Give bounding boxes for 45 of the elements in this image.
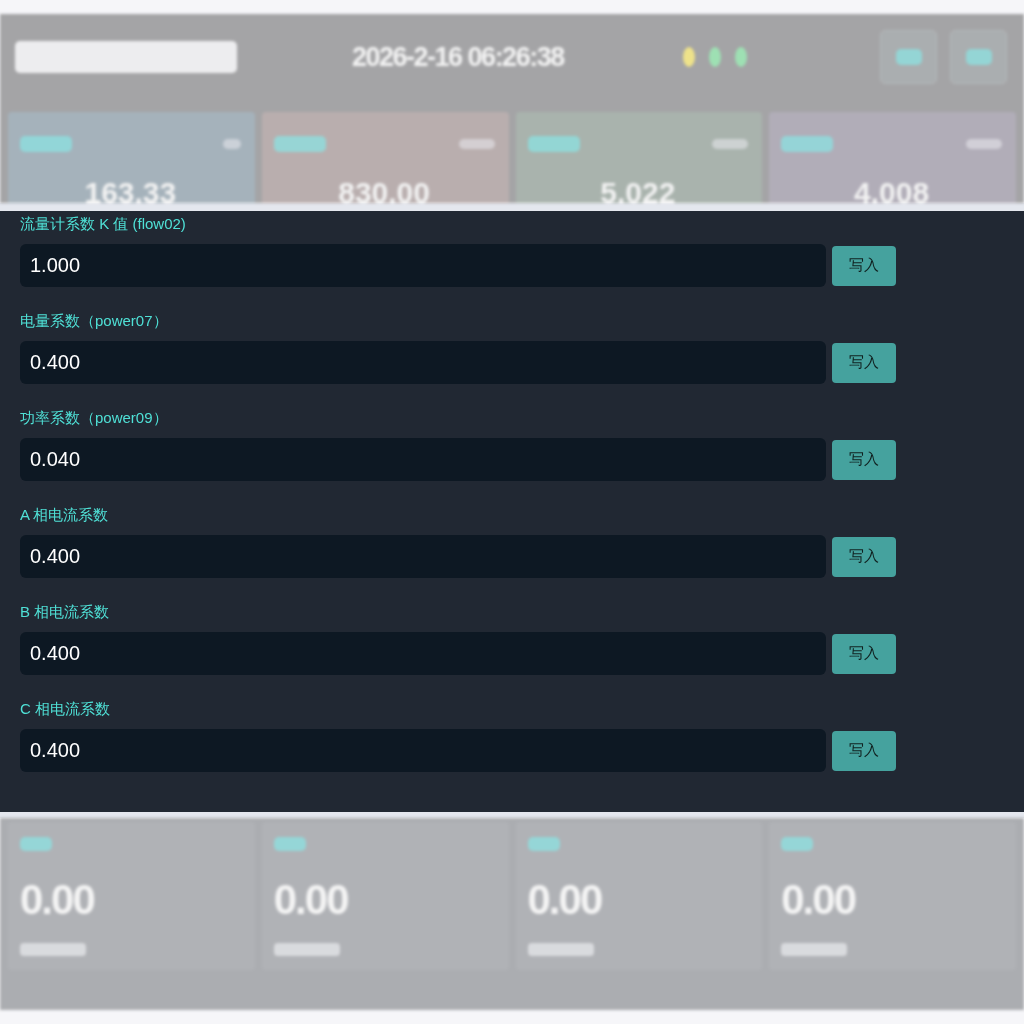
blurred-label-smudge (20, 136, 72, 152)
blurred-label-smudge (781, 136, 834, 152)
blurred-unit-smudge (966, 139, 1002, 149)
stat-value: 830.00 (338, 176, 430, 203)
write-button[interactable]: 写入 (832, 536, 896, 577)
meter-value: 0.00 (527, 877, 602, 923)
write-button[interactable]: 写入 (832, 245, 896, 286)
blurred-header-tile (950, 30, 1007, 84)
meter-value: 0.00 (273, 877, 348, 923)
stat-value: 5.022 (600, 176, 676, 203)
blurred-reading-smudge (20, 943, 86, 956)
blurred-reading-smudge (273, 943, 340, 956)
blurred-header-tile (880, 30, 937, 84)
stat-value: 163.33 (84, 176, 177, 203)
stat-value: 4.008 (854, 176, 930, 203)
field-label: B 相电流系数 (20, 602, 110, 622)
blurred-reading-smudge (781, 943, 848, 956)
blurred-label-smudge (527, 136, 580, 152)
blurred-reading-smudge (527, 943, 594, 956)
input-field[interactable]: 1.000 (20, 244, 826, 287)
blurred-label-smudge (781, 837, 814, 851)
field-label: 功率系数（power09） (20, 408, 168, 428)
meter-value: 0.00 (781, 877, 855, 923)
input-field[interactable]: 0.400 (20, 729, 826, 772)
input-field[interactable]: 0.040 (20, 438, 826, 481)
write-button[interactable]: 写入 (832, 633, 896, 674)
write-button[interactable]: 写入 (832, 342, 896, 383)
blurred-label-smudge (273, 136, 326, 152)
write-button[interactable]: 写入 (832, 730, 896, 771)
meter-value: 0.00 (20, 877, 94, 923)
blurred-label-smudge (20, 837, 52, 851)
blurred-label-smudge (527, 837, 560, 851)
input-field[interactable]: 0.400 (20, 632, 826, 675)
field-label: A 相电流系数 (20, 505, 109, 525)
write-button[interactable]: 写入 (832, 439, 896, 480)
blurred-unit-smudge (712, 139, 749, 149)
input-field[interactable]: 0.400 (20, 341, 826, 384)
blurred-unit-smudge (222, 139, 241, 149)
field-label: 电量系数（power07） (20, 311, 168, 331)
blurred-label-smudge (273, 837, 306, 851)
field-label: C 相电流系数 (20, 699, 110, 719)
input-field[interactable]: 0.400 (20, 535, 826, 578)
field-label: 流量计系数 K 值 (flow02) (20, 214, 186, 234)
clock-time: 2026-2-16 06:26:38 (352, 41, 566, 73)
blurred-unit-smudge (458, 139, 495, 149)
